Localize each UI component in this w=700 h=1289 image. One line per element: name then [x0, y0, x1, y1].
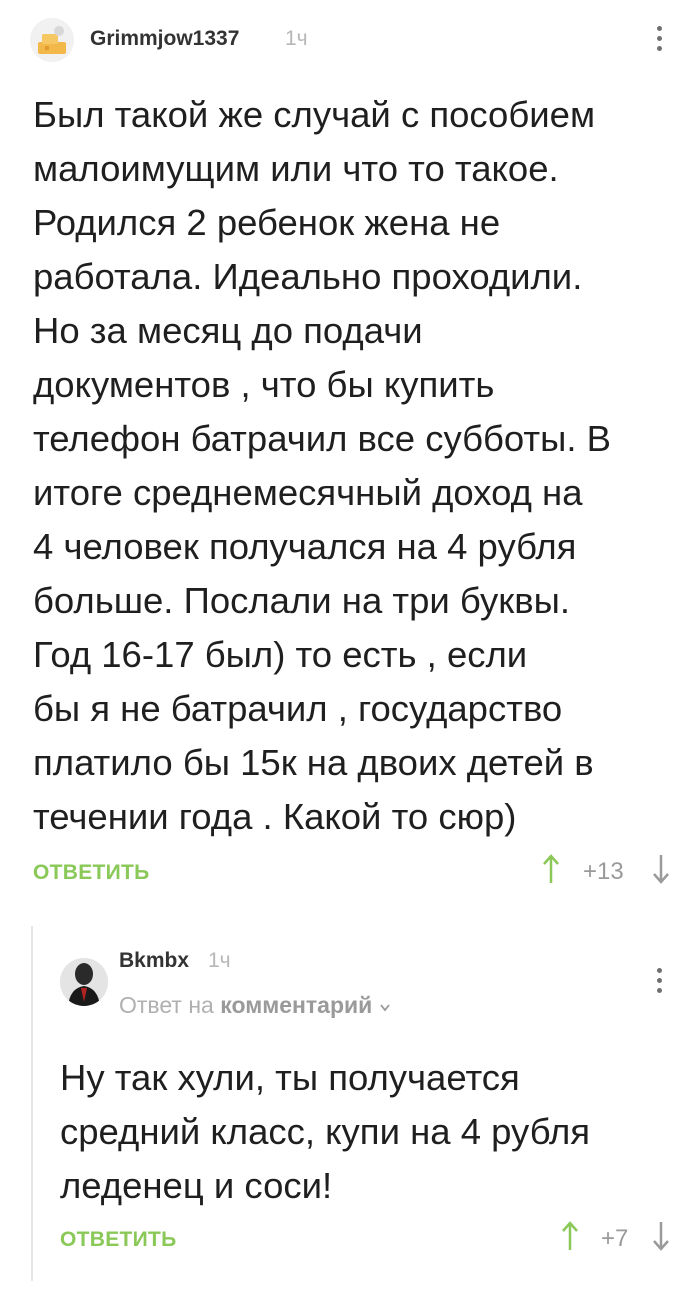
comment-line: 4 человек получался на 4 рубля — [33, 526, 577, 567]
reply-to-target: комментарий — [220, 992, 373, 1018]
upvote-icon[interactable] — [541, 853, 561, 892]
comment-line: итоге среднемесячный доход на — [33, 472, 583, 513]
reply-timestamp: 1ч — [208, 949, 231, 972]
upvote-icon[interactable] — [560, 1220, 580, 1259]
comment-line: малоимущим или что то такое. — [33, 148, 559, 189]
avatar-image — [60, 958, 108, 1006]
avatar[interactable] — [60, 958, 108, 1006]
reply-button[interactable]: ОТВЕТИТЬ — [33, 861, 150, 885]
timestamp: 1ч — [285, 27, 308, 50]
comment-line: Был такой же случай с пособием — [33, 94, 596, 135]
comment-line: документов , что бы купить — [33, 364, 495, 405]
comment-line: работала. Идеально проходили. — [33, 256, 583, 297]
kebab-menu-icon[interactable] — [657, 968, 663, 998]
reply-username[interactable]: Bkmbx — [119, 949, 189, 973]
reply-line: леденец и соси! — [60, 1165, 333, 1206]
comment-line: бы я не батрачил , государство — [33, 688, 563, 729]
username[interactable]: Grimmjow1337 — [90, 27, 239, 51]
comment-body: Был такой же случай с пособием малоимущи… — [33, 88, 673, 844]
score: +7 — [601, 1225, 629, 1252]
reply-to-link[interactable]: Ответ на комментарий — [119, 992, 391, 1019]
comment-line: Родился 2 ребенок жена не — [33, 202, 501, 243]
score: +13 — [583, 858, 624, 885]
comment-line: Но за месяц до подачи — [33, 310, 423, 351]
downvote-icon[interactable] — [651, 1220, 671, 1259]
comment-line: Год 16-17 был) то есть , если — [33, 634, 528, 675]
avatar-image — [30, 18, 74, 62]
reply-line: Ну так хули, ты получается — [60, 1057, 520, 1098]
reply-to-prefix: Ответ на — [119, 992, 214, 1018]
comment-line: течении года . Какой то сюр) — [33, 796, 517, 837]
downvote-icon[interactable] — [651, 853, 671, 892]
chevron-down-icon — [379, 1000, 391, 1017]
comment-line: платило бы 15к на двоих детей в — [33, 742, 594, 783]
reply-line: средний класс, купи на 4 рубля — [60, 1111, 591, 1152]
reply-body: Ну так хули, ты получается средний класс… — [60, 1051, 680, 1213]
kebab-menu-icon[interactable] — [657, 26, 663, 56]
thread-line — [31, 926, 33, 1281]
avatar[interactable] — [30, 18, 74, 62]
comment-line: больше. Послали на три буквы. — [33, 580, 571, 621]
reply-button[interactable]: ОТВЕТИТЬ — [60, 1228, 177, 1252]
comment-line: телефон батрачил все субботы. В — [33, 418, 612, 459]
